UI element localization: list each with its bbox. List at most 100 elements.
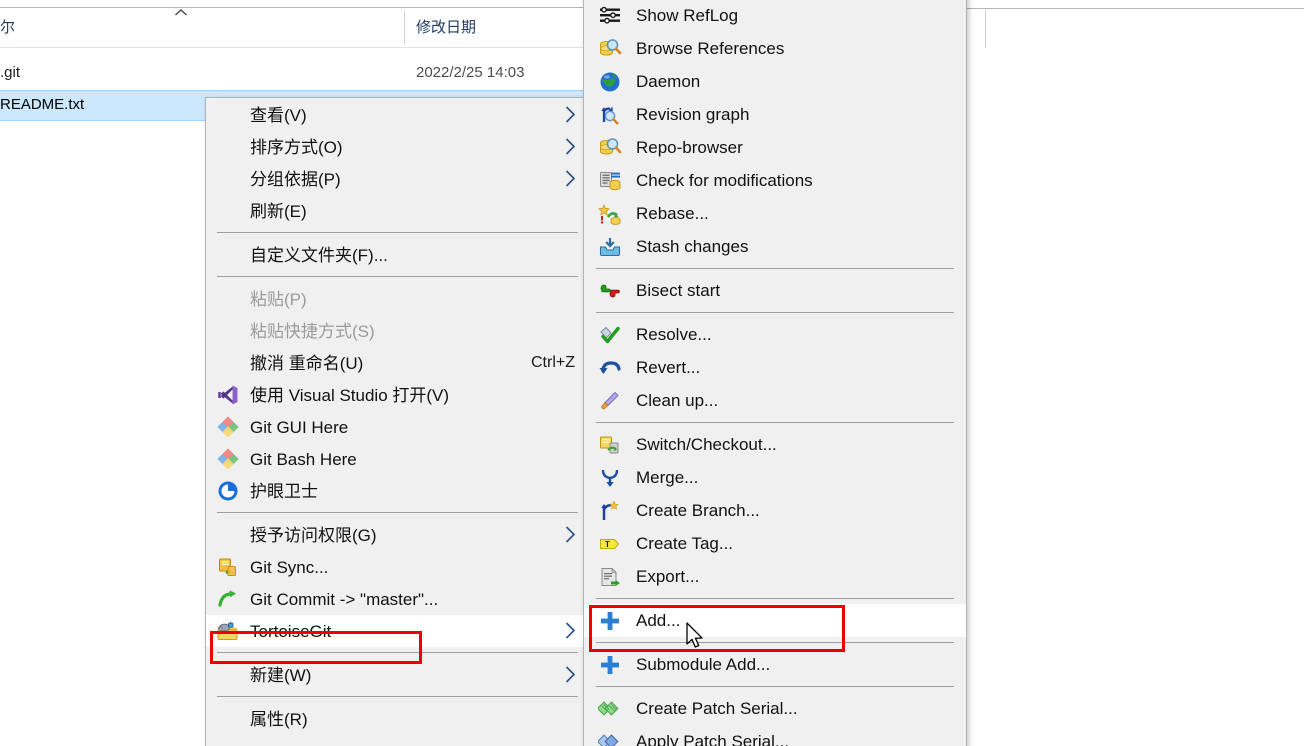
menu-item-resolve[interactable]: Resolve... (584, 318, 966, 351)
browse-references-icon (584, 33, 636, 65)
menu-item-label: Stash changes (636, 237, 749, 256)
menu-item-git-bash-here[interactable]: Git Bash Here (206, 443, 589, 475)
menu-item-export[interactable]: Export... (584, 560, 966, 593)
menu-item-label: Repo-browser (636, 138, 743, 157)
menu-item-grant-access[interactable]: 授予访问权限(G) (206, 519, 589, 551)
menu-item-bisect-start[interactable]: Bisect start (584, 274, 966, 307)
menu-item-label: Create Tag... (636, 534, 734, 553)
column-header-name[interactable]: 尔 (0, 16, 120, 37)
menu-item-revision-graph[interactable]: Revision graph (584, 98, 966, 131)
git-icon (206, 443, 250, 475)
plus-icon (584, 649, 636, 681)
menu-item-label: Git Sync... (250, 557, 329, 577)
no-icon (206, 195, 250, 227)
menu-item-properties[interactable]: 属性(R) (206, 703, 589, 735)
menu-item-create-branch[interactable]: Create Branch... (584, 494, 966, 527)
menu-item-paste-shortcut: 粘贴快捷方式(S) (206, 315, 589, 347)
menu-item-label: 授予访问权限(G) (250, 525, 377, 545)
menu-separator (596, 268, 954, 269)
menu-item-git-sync[interactable]: Git Sync... (206, 551, 589, 583)
menu-item-merge[interactable]: Merge... (584, 461, 966, 494)
menu-item-label: Export... (636, 567, 700, 586)
no-icon (206, 659, 250, 691)
cleanup-icon (584, 385, 636, 417)
tortoisegit-submenu[interactable]: Show RefLog Browse References Daemon Rev… (583, 0, 967, 746)
menu-item-label: Apply Patch Serial... (636, 732, 790, 746)
menu-separator (596, 642, 954, 643)
menu-item-browse-references[interactable]: Browse References (584, 32, 966, 65)
no-icon (206, 163, 250, 195)
chevron-right-icon (565, 169, 576, 188)
context-menu[interactable]: 查看(V) 排序方式(O) 分组依据(P) 刷新(E) 自定义文件夹(F)...… (205, 97, 590, 746)
menu-item-label: Merge... (636, 468, 699, 487)
menu-item-view[interactable]: 查看(V) (206, 99, 589, 131)
globe-icon (584, 66, 636, 98)
menu-separator (596, 686, 954, 687)
no-icon (206, 131, 250, 163)
menu-item-label: Rebase... (636, 204, 709, 223)
menu-item-label: Create Branch... (636, 501, 760, 520)
chevron-right-icon (565, 665, 576, 684)
menu-item-label: Resolve... (636, 325, 712, 344)
eye-guard-icon (206, 475, 250, 507)
menu-item-daemon[interactable]: Daemon (584, 65, 966, 98)
menu-item-label: Add... (636, 611, 681, 630)
menu-item-switch-checkout[interactable]: Switch/Checkout... (584, 428, 966, 461)
check-modifications-icon (584, 165, 636, 197)
resolve-icon (584, 319, 636, 351)
menu-item-group-by[interactable]: 分组依据(P) (206, 163, 589, 195)
no-icon (206, 99, 250, 131)
menu-item-check-for-modifications[interactable]: Check for modifications (584, 164, 966, 197)
switch-checkout-icon (584, 429, 636, 461)
apply-patch-icon (584, 726, 636, 746)
menu-item-refresh[interactable]: 刷新(E) (206, 195, 589, 227)
menu-item-label: Browse References (636, 39, 785, 58)
menu-item-stash-changes[interactable]: Stash changes (584, 230, 966, 263)
menu-item-repo-browser[interactable]: Repo-browser (584, 131, 966, 164)
mouse-cursor (686, 622, 706, 657)
menu-separator (217, 512, 578, 513)
menu-item-label: Git Commit -> "master"... (250, 589, 439, 609)
menu-item-label: 撤消 重命名(U) (250, 353, 364, 373)
menu-item-show-reflog[interactable]: Show RefLog (584, 0, 966, 32)
menu-item-label: 分组依据(P) (250, 169, 341, 189)
menu-separator (217, 696, 578, 697)
menu-item-tortoisegit[interactable]: TortoiseGit (206, 615, 589, 647)
menu-item-open-with-visual-studio[interactable]: 使用 Visual Studio 打开(V) (206, 379, 589, 411)
caret-up-icon[interactable] (174, 8, 188, 18)
file-date: 2022/2/25 14:03 (416, 64, 525, 81)
menu-item-clean-up[interactable]: Clean up... (584, 384, 966, 417)
menu-item-eye-guard[interactable]: 护眼卫士 (206, 475, 589, 507)
menu-item-git-gui-here[interactable]: Git GUI Here (206, 411, 589, 443)
menu-item-apply-patch-serial[interactable]: Apply Patch Serial... (584, 725, 966, 746)
menu-item-label: Revision graph (636, 105, 750, 124)
plus-icon (584, 605, 636, 637)
export-icon (584, 561, 636, 593)
menu-item-customize-folder[interactable]: 自定义文件夹(F)... (206, 239, 589, 271)
menu-item-new[interactable]: 新建(W) (206, 659, 589, 691)
adjacent-window-divider (958, 8, 1304, 9)
column-divider[interactable] (404, 10, 405, 44)
menu-item-label: Show RefLog (636, 6, 739, 25)
menu-item-label: 属性(R) (250, 709, 308, 729)
chevron-right-icon (565, 137, 576, 156)
menu-item-revert[interactable]: Revert... (584, 351, 966, 384)
menu-item-create-patch-serial[interactable]: Create Patch Serial... (584, 692, 966, 725)
menu-item-rebase[interactable]: Rebase... (584, 197, 966, 230)
menu-separator (596, 422, 954, 423)
menu-item-label: 查看(V) (250, 105, 307, 125)
menu-item-undo-rename[interactable]: 撤消 重命名(U) Ctrl+Z (206, 347, 589, 379)
menu-item-create-tag[interactable]: T Create Tag... (584, 527, 966, 560)
menu-item-add[interactable]: Add... (584, 604, 966, 637)
tortoisegit-icon (206, 615, 250, 647)
menu-item-label: 新建(W) (250, 665, 312, 685)
menu-item-submodule-add[interactable]: Submodule Add... (584, 648, 966, 681)
menu-item-label: Git Bash Here (250, 449, 357, 469)
menu-item-sort-by[interactable]: 排序方式(O) (206, 131, 589, 163)
column-header-date[interactable]: 修改日期 (416, 16, 476, 37)
menu-separator (596, 598, 954, 599)
menu-item-label: Revert... (636, 358, 701, 377)
menu-item-label: 刷新(E) (250, 201, 307, 221)
menu-item-git-commit[interactable]: Git Commit -> "master"... (206, 583, 589, 615)
create-branch-icon (584, 495, 636, 527)
